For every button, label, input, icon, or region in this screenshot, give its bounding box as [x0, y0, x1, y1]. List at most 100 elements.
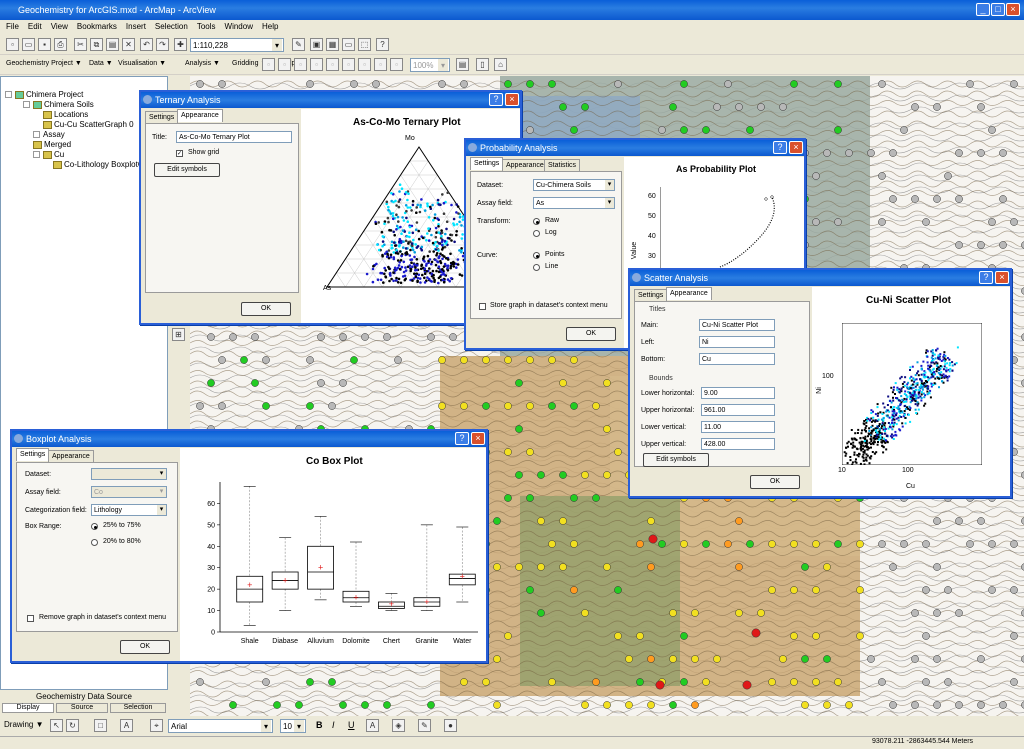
identify-icon[interactable]: ⊞ [172, 328, 185, 341]
curve-line-radio[interactable] [533, 264, 540, 271]
tab-selection[interactable]: Selection [110, 703, 166, 713]
maximize-button[interactable]: □ [991, 3, 1005, 16]
layout-tool-icon[interactable]: ▫ [262, 58, 275, 71]
layout-tool-icon[interactable]: ▫ [326, 58, 339, 71]
probability-assay-select[interactable]: As [533, 197, 615, 209]
curve-points-radio[interactable] [533, 252, 540, 259]
show-grid-checkbox[interactable]: ✓ [176, 150, 183, 157]
tab-source[interactable]: Source [56, 703, 108, 713]
probability-help-button[interactable]: ? [773, 141, 787, 154]
toc-item-locations[interactable]: Locations [43, 110, 88, 120]
tab-display[interactable]: Display [2, 703, 54, 713]
ternary-edit-symbols-button[interactable]: Edit symbols [154, 163, 220, 177]
menu-item-view[interactable]: View [51, 22, 68, 31]
toc-item-cu[interactable]: Cu [33, 150, 64, 160]
scatter-tab-appearance[interactable]: Appearance [666, 287, 712, 300]
geochem-menu-0[interactable]: Geochemistry Project ▼ [6, 60, 82, 67]
marker-color-icon[interactable]: ● [444, 719, 457, 732]
new-icon[interactable]: ▫ [6, 38, 19, 51]
layout-icon[interactable]: ▤ [456, 58, 469, 71]
minimize-button[interactable]: _ [976, 3, 990, 16]
probability-dataset-select[interactable]: Cu-Chimera Soils [533, 179, 615, 191]
ternary-ok-button[interactable]: OK [241, 302, 291, 316]
transform-log-radio[interactable] [533, 230, 540, 237]
fill-color-icon[interactable]: ◈ [392, 719, 405, 732]
ternary-title-input[interactable]: As-Co-Mo Ternary Plot [176, 131, 292, 143]
ternary-tab-appearance[interactable]: Appearance [177, 109, 223, 122]
font-color-icon[interactable]: A [366, 719, 379, 732]
lower-horizontal-input[interactable]: 9.00 [701, 387, 775, 399]
rotate-icon[interactable]: ↻ [66, 719, 79, 732]
upper-vertical-input[interactable]: 428.00 [701, 438, 775, 450]
probability-tab-settings[interactable]: Settings [470, 157, 504, 170]
menu-item-selection[interactable]: Selection [155, 22, 188, 31]
page-icon[interactable]: ▯ [476, 58, 489, 71]
boxplot-tab-settings[interactable]: Settings [16, 448, 50, 461]
toc-item-assay[interactable]: Assay [33, 130, 65, 140]
menu-item-insert[interactable]: Insert [126, 22, 146, 31]
copy-icon[interactable]: ⧉ [90, 38, 103, 51]
model-icon[interactable]: ⬚ [358, 38, 371, 51]
drawing-menu[interactable]: Drawing ▼ [4, 720, 43, 729]
store-graph-checkbox[interactable] [479, 303, 486, 310]
scatter-ok-button[interactable]: OK [750, 475, 800, 489]
upper-horizontal-input[interactable]: 961.00 [701, 404, 775, 416]
open-icon[interactable]: ▭ [22, 38, 35, 51]
layout-tool-icon[interactable]: ▫ [358, 58, 371, 71]
redo-icon[interactable]: ↷ [156, 38, 169, 51]
toolbox-icon[interactable]: ▦ [326, 38, 339, 51]
menu-item-window[interactable]: Window [225, 22, 253, 31]
boxplot-dataset-select[interactable] [91, 468, 167, 480]
cut-icon[interactable]: ✂ [74, 38, 87, 51]
toc-item-scattergraph[interactable]: Cu-Cu ScatterGraph 0 [43, 120, 134, 130]
layout-tool-icon[interactable]: ▫ [374, 58, 387, 71]
remove-graph-checkbox[interactable] [27, 615, 34, 622]
close-button[interactable]: × [1006, 3, 1020, 16]
map-scale-select[interactable]: 1:110,228 [190, 38, 284, 52]
layout-tool-icon[interactable]: ▫ [278, 58, 291, 71]
scatter-bottom-input[interactable]: Cu [699, 353, 775, 365]
select-elements-icon[interactable]: ↖ [50, 719, 63, 732]
toc-item-merged[interactable]: Merged [33, 140, 71, 150]
toc-item-soils[interactable]: Chimera Soils [23, 100, 94, 110]
scatter-close-button[interactable]: × [995, 271, 1009, 284]
bold-button[interactable]: B [316, 720, 323, 730]
font-size-select[interactable]: 10 [280, 719, 306, 733]
edit-vertices-icon[interactable]: ⌖ [150, 719, 163, 732]
probability-close-button[interactable]: × [789, 141, 803, 154]
lower-vertical-input[interactable]: 11.00 [701, 421, 775, 433]
menu-item-file[interactable]: File [6, 22, 19, 31]
text-icon[interactable]: A [120, 719, 133, 732]
zoom-select[interactable]: 100% [410, 58, 450, 72]
boxplot-help-button[interactable]: ? [455, 432, 469, 445]
geochem-menu-2[interactable]: Visualisation ▼ [118, 60, 166, 67]
menu-item-help[interactable]: Help [262, 22, 278, 31]
line-color-icon[interactable]: ✎ [418, 719, 431, 732]
toc-item-boxplotgraph[interactable]: Co-Lithology BoxplotGra [53, 160, 151, 170]
boxplot-assay-select[interactable]: Co [91, 486, 167, 498]
scatter-left-input[interactable]: Ni [699, 336, 775, 348]
range-20-80-radio[interactable] [91, 539, 98, 546]
scatter-help-button[interactable]: ? [979, 271, 993, 284]
arctoolbox-icon[interactable]: ▣ [310, 38, 323, 51]
save-icon[interactable]: ▪ [38, 38, 51, 51]
layout-tool-icon[interactable]: ▫ [294, 58, 307, 71]
layout-tool-icon[interactable]: ▫ [310, 58, 323, 71]
toc-item-project[interactable]: Chimera Project [5, 90, 83, 100]
geochem-menu-3[interactable]: Analysis ▼ [185, 60, 220, 67]
italic-button[interactable]: I [332, 720, 335, 730]
geochem-menu-1[interactable]: Data ▼ [89, 60, 113, 67]
boxplot-close-button[interactable]: × [471, 432, 485, 445]
editor-icon[interactable]: ✎ [292, 38, 305, 51]
ternary-close-button[interactable]: × [505, 93, 519, 106]
transform-raw-radio[interactable] [533, 218, 540, 225]
layout-tool-icon[interactable]: ▫ [342, 58, 355, 71]
add-data-icon[interactable]: ✚ [174, 38, 187, 51]
font-select[interactable]: Arial [168, 719, 273, 733]
layout-tool-icon[interactable]: ▫ [390, 58, 403, 71]
paste-icon[interactable]: ▤ [106, 38, 119, 51]
menu-item-bookmarks[interactable]: Bookmarks [77, 22, 117, 31]
menu-item-tools[interactable]: Tools [197, 22, 216, 31]
undo-icon[interactable]: ↶ [140, 38, 153, 51]
help-cursor-icon[interactable]: ? [376, 38, 389, 51]
